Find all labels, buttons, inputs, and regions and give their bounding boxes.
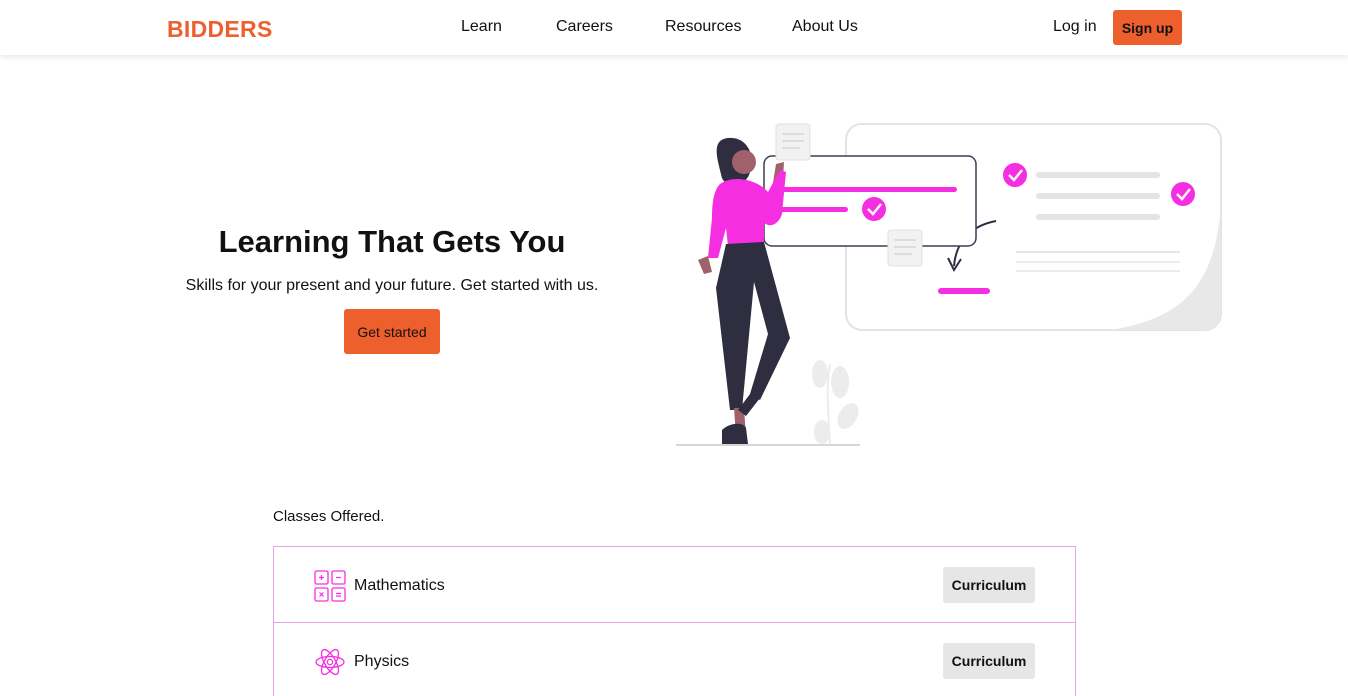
curriculum-button-mathematics[interactable]: Curriculum bbox=[943, 567, 1035, 603]
plant-illustration bbox=[812, 360, 859, 445]
nav-link-careers[interactable]: Careers bbox=[556, 18, 613, 36]
top-navbar: BIDDERS Learn Careers Resources About Us… bbox=[0, 0, 1348, 55]
class-list: Mathematics Curriculum Physics Curriculu… bbox=[273, 546, 1076, 696]
class-row-mathematics: Mathematics Curriculum bbox=[274, 547, 1075, 623]
class-name-mathematics: Mathematics bbox=[354, 577, 445, 594]
hero-illustration bbox=[676, 123, 1222, 446]
signup-button[interactable]: Sign up bbox=[1113, 10, 1182, 45]
nav-link-resources[interactable]: Resources bbox=[665, 18, 741, 36]
class-name-physics: Physics bbox=[354, 653, 410, 670]
nav-link-about-us[interactable]: About Us bbox=[792, 18, 858, 36]
login-link[interactable]: Log in bbox=[1053, 18, 1097, 36]
hero-subtitle: Skills for your present and your future.… bbox=[185, 277, 599, 294]
classes-heading: Classes Offered. bbox=[273, 508, 385, 525]
calculator-icon bbox=[314, 570, 346, 602]
class-row-physics: Physics Curriculum bbox=[274, 623, 1075, 696]
atom-icon bbox=[315, 648, 345, 676]
brand-logo[interactable]: BIDDERS bbox=[167, 16, 273, 43]
hero-title: Learning That Gets You bbox=[218, 224, 566, 259]
curriculum-button-physics[interactable]: Curriculum bbox=[943, 643, 1035, 679]
nav-link-learn[interactable]: Learn bbox=[461, 18, 502, 36]
get-started-button[interactable]: Get started bbox=[344, 309, 440, 354]
